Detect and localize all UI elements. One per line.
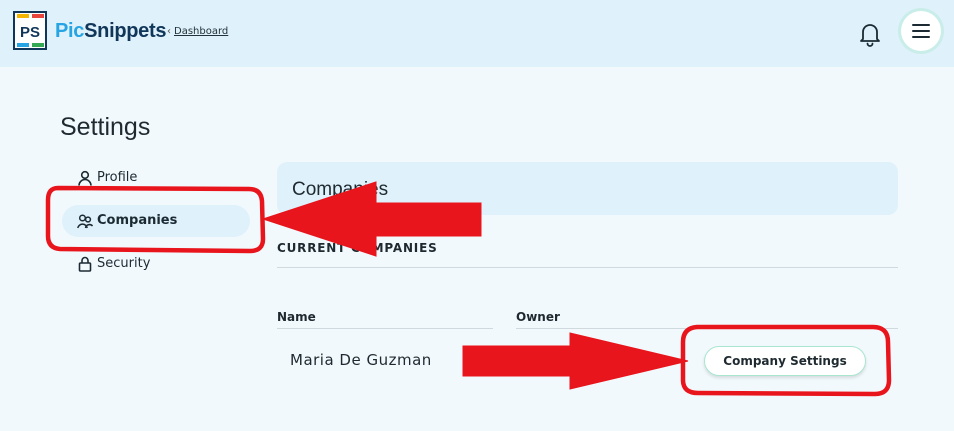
section-label: CURRENT COMPANIES: [277, 241, 438, 255]
red-arrow-right: [462, 332, 689, 390]
sidebar-item-profile[interactable]: Profile: [62, 162, 250, 194]
page-title: Settings: [60, 113, 151, 141]
picsnippets-logo-icon[interactable]: PS: [13, 11, 49, 51]
column-header-owner: Owner: [516, 310, 560, 324]
breadcrumb: ‹ Dashboard: [167, 26, 228, 37]
hamburger-menu-icon[interactable]: [901, 11, 941, 51]
company-owner-name: Maria De Guzman: [290, 351, 432, 369]
sidebar-item-label: Companies: [97, 213, 178, 228]
user-icon: [77, 170, 93, 186]
breadcrumb-dashboard-link[interactable]: Dashboard: [174, 26, 228, 37]
top-header: PS PicSnippets ‹ Dashboard: [0, 0, 954, 67]
companies-panel-header: Companies: [277, 162, 898, 215]
sidebar-item-companies[interactable]: Companies: [62, 205, 250, 237]
divider: [277, 267, 898, 268]
sidebar-item-label: Profile: [97, 170, 138, 185]
divider: [516, 328, 898, 329]
panel-title: Companies: [292, 179, 389, 200]
svg-text:PS: PS: [20, 24, 40, 41]
column-header-name: Name: [277, 310, 316, 324]
company-settings-button[interactable]: Company Settings: [704, 346, 866, 376]
bell-icon[interactable]: [858, 21, 882, 47]
brand-name[interactable]: PicSnippets: [55, 20, 166, 43]
sidebar-item-security[interactable]: Security: [62, 248, 250, 280]
brand-snippets: Snippets: [84, 20, 167, 42]
brand-pic: Pic: [55, 20, 85, 42]
users-icon: [77, 213, 94, 229]
sidebar-item-label: Security: [97, 256, 151, 271]
divider: [277, 328, 493, 329]
lock-icon: [77, 256, 93, 272]
chevron-left-icon: ‹: [167, 26, 171, 37]
